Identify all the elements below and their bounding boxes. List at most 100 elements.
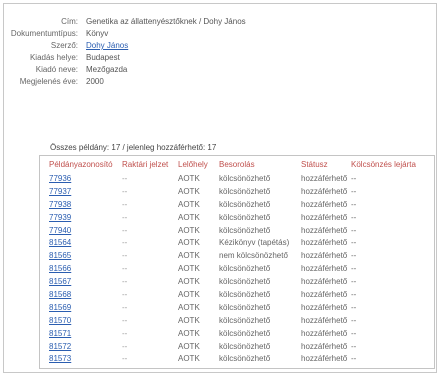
status-cell: hozzáférhető	[301, 277, 348, 287]
classification-cell: kölcsönözhető	[219, 277, 271, 287]
copy-id-cell: 81564	[49, 237, 71, 250]
copy-id-link[interactable]: 77939	[49, 213, 71, 222]
status-cell: hozzáférhető	[301, 264, 348, 274]
shelf-mark-cell: --	[122, 290, 128, 300]
field-label: Dokumentumtípus:	[10, 29, 78, 38]
copy-id-link[interactable]: 81568	[49, 290, 71, 299]
location-cell: AOTK	[178, 238, 200, 248]
classification-cell: kölcsönözhető	[219, 290, 271, 300]
copy-id-link[interactable]: 77938	[49, 200, 71, 209]
location-cell: AOTK	[178, 277, 200, 287]
classification-cell: kölcsönözhető	[219, 264, 271, 274]
table-row: 81567 -- AOTK kölcsönözhető hozzáférhető --	[49, 276, 429, 289]
table-row: 77939 -- AOTK kölcsönözhető hozzáférhető --	[49, 212, 429, 225]
location-cell: AOTK	[178, 366, 200, 368]
author-link[interactable]: Dohy János	[86, 41, 128, 50]
due-date-cell: --	[351, 328, 357, 338]
shelf-mark-cell: --	[122, 354, 128, 364]
copy-id-cell: 81572	[49, 341, 71, 354]
copy-id-cell: 81566	[49, 263, 71, 276]
copy-id-link[interactable]: 81569	[49, 303, 71, 312]
location-cell: AOTK	[178, 186, 200, 196]
due-date-cell: --	[351, 186, 357, 196]
field-label: Kiadás helye:	[29, 53, 78, 62]
status-cell: hozzáférhető	[301, 366, 347, 368]
location-cell: AOTK	[178, 302, 200, 312]
copy-id-link[interactable]: 77937	[49, 187, 71, 196]
due-date-cell: --	[351, 225, 357, 235]
due-date-cell: --	[351, 174, 357, 183]
classification-cell: kölcsönözhető	[219, 186, 271, 196]
classification-cell: kölcsönözhető	[219, 302, 271, 312]
copy-id-cell: 81570	[49, 315, 71, 328]
record-panel: Cím: Genetika az állattenyésztőknek / Do…	[3, 3, 437, 373]
column-header-shelf-mark: Raktári jelzet	[122, 160, 169, 169]
classification-cell: kölcsönözhető	[219, 315, 271, 325]
status-cell: hozzáférhető	[301, 341, 348, 351]
field-value: Könyv	[86, 29, 109, 38]
table-row: 81573 -- AOTK kölcsönözhető hozzáférhető --	[49, 353, 429, 366]
status-cell: hozzáférhető	[301, 251, 348, 261]
status-cell: hozzáférhető	[301, 290, 348, 300]
classification-cell: nem kölcsönözhető	[219, 251, 288, 261]
shelf-mark-cell: --	[122, 174, 128, 183]
shelf-mark-cell: --	[122, 225, 128, 235]
table-row: 81570 -- AOTK kölcsönözhető hozzáférhető --	[49, 315, 429, 328]
status-cell: hozzáférhető	[301, 199, 348, 209]
location-cell: AOTK	[178, 341, 200, 351]
copy-id-link[interactable]: 81570	[49, 316, 71, 325]
column-header-status: Státusz	[301, 160, 328, 169]
shelf-mark-cell: --	[122, 186, 128, 196]
copy-id-cell: 81568	[49, 289, 71, 302]
status-cell: hozzáférhető	[301, 225, 348, 235]
shelf-mark-cell: --	[122, 212, 128, 222]
field-value: Mezőgazda	[86, 65, 128, 74]
due-date-cell: --	[351, 302, 357, 312]
status-cell: hozzáférhető	[301, 315, 348, 325]
location-cell: AOTK	[178, 174, 200, 183]
column-header-due-date: Kölcsönzés lejárta	[351, 160, 416, 169]
classification-cell: kölcsönözhető	[219, 199, 271, 209]
column-header-copy-id: Példányazonosító	[49, 160, 113, 169]
field-label: Kiadó neve:	[35, 65, 78, 74]
copy-id-link[interactable]: 81574	[49, 367, 71, 368]
column-header-classification: Besorolás	[219, 160, 255, 169]
location-cell: AOTK	[178, 328, 200, 338]
field-label: Szerző:	[50, 41, 78, 50]
due-date-cell: --	[351, 277, 357, 287]
due-date-cell: --	[351, 341, 357, 351]
table-row: 77940 -- AOTK kölcsönözhető hozzáférhető --	[49, 225, 429, 238]
table-row: 81564 -- AOTK Kézikönyv (tapétás) hozzáférhe…	[49, 237, 429, 250]
location-cell: AOTK	[178, 264, 200, 274]
copy-id-link[interactable]: 81566	[49, 264, 71, 273]
copy-id-link[interactable]: 77936	[49, 174, 71, 183]
location-cell: AOTK	[178, 251, 200, 261]
copy-id-link[interactable]: 81565	[49, 251, 71, 260]
status-cell: hozzáférhető	[301, 238, 348, 248]
table-header: Példányazonosító Raktári jelzet Lelőhely…	[49, 160, 434, 170]
column-header-location: Lelőhely	[178, 160, 208, 169]
due-date-cell: --	[351, 290, 357, 300]
copy-id-link[interactable]: 81567	[49, 277, 71, 286]
due-date-cell: --	[351, 238, 357, 248]
copy-id-cell: 81571	[49, 328, 71, 341]
shelf-mark-cell: --	[122, 366, 127, 368]
table-row: 77938 -- AOTK kölcsönözhető hozzáférhető --	[49, 199, 429, 212]
copy-id-link[interactable]: 81573	[49, 354, 71, 363]
status-cell: hozzáférhető	[301, 212, 348, 222]
table-row: 81574 -- AOTK kölcsönözhető hozzáférhető --	[49, 366, 429, 368]
due-date-cell: --	[351, 199, 357, 209]
status-cell: hozzáférhető	[301, 174, 348, 183]
due-date-cell: --	[351, 264, 357, 274]
copy-id-link[interactable]: 81572	[49, 342, 71, 351]
copy-id-link[interactable]: 77940	[49, 226, 71, 235]
shelf-mark-cell: --	[122, 251, 128, 261]
copy-id-link[interactable]: 81571	[49, 329, 71, 338]
due-date-cell: --	[351, 366, 356, 368]
field-value: Genetika az állattenyésztőknek / Dohy Já…	[86, 17, 246, 26]
field-label: Megjelenés éve:	[19, 77, 78, 86]
classification-cell: kölcsönözhető	[219, 174, 271, 183]
copy-id-link[interactable]: 81564	[49, 238, 71, 247]
copy-id-cell: 81567	[49, 276, 71, 289]
copies-summary: Összes példány: 17 / jelenleg hozzáférhe…	[50, 143, 217, 152]
